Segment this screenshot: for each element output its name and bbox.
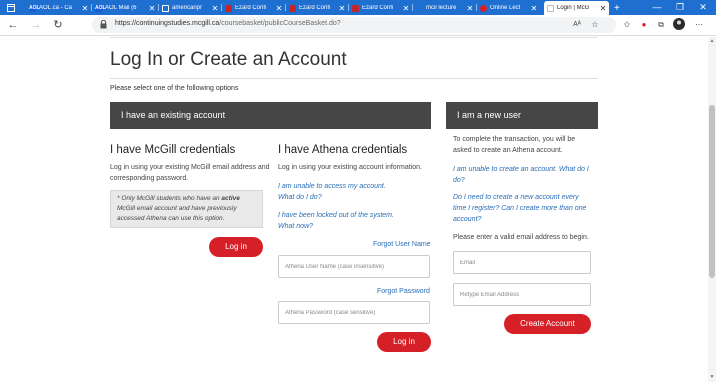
browser-tab[interactable]: Ezard Confi ✕	[349, 1, 412, 15]
url-text: https://continuingstudies.mcgill.ca/cour…	[115, 20, 341, 27]
close-tab-icon[interactable]: ✕	[275, 4, 283, 13]
browser-tab-active[interactable]: Login | McG ✕	[544, 1, 609, 15]
forward-arrow-icon[interactable]: →	[29, 18, 43, 32]
unable-create-link[interactable]: I am unable to create an account. What d…	[453, 164, 589, 186]
page-scrollbar[interactable]: ▲ ▼	[708, 37, 716, 382]
mcgill-description: Log in using your existing McGill email …	[110, 164, 270, 182]
browser-tab[interactable]: Online Lect ✕	[477, 1, 540, 15]
browser-tab[interactable]: AOL AOL.ca - Ca ✕	[26, 1, 91, 15]
close-tab-icon[interactable]: ✕	[599, 4, 607, 13]
forgot-username-link[interactable]: Forgot User Name	[373, 241, 431, 248]
tab-title: Ezard Confi	[235, 5, 267, 11]
tab-title: AOL.ca - Ca	[39, 5, 73, 11]
page-title: Log In or Create an Account	[110, 49, 347, 70]
avatar-icon	[673, 18, 685, 30]
close-tab-icon[interactable]: ✕	[338, 4, 346, 13]
title-divider	[110, 78, 598, 79]
tab-title: Ezard Confi	[299, 5, 331, 11]
athena-description: Log in using your existing account infor…	[278, 164, 422, 171]
online-lecture-favicon-icon	[480, 4, 487, 12]
scroll-up-icon[interactable]: ▲	[708, 37, 716, 45]
mcgill-note: * Only McGill students who have an activ…	[110, 190, 263, 228]
page-content: Log In or Create an Account Please selec…	[0, 37, 708, 382]
tab-actions-icon	[7, 4, 15, 12]
new-user-bar: I am a new user	[446, 102, 598, 129]
tab-title: Login | McG	[557, 5, 590, 11]
close-tab-icon[interactable]: ✕	[402, 4, 410, 13]
profile-avatar[interactable]	[672, 18, 686, 32]
collections-icon[interactable]: ⧉	[654, 18, 668, 32]
favorites-bar-icon[interactable]: ✩	[620, 18, 634, 32]
email-input[interactable]	[453, 251, 591, 274]
close-tab-icon[interactable]: ✕	[211, 4, 219, 13]
read-aloud-icon[interactable]: Aᴬ	[570, 18, 584, 32]
scroll-down-icon[interactable]: ▼	[708, 373, 716, 381]
minimize-icon[interactable]: —	[646, 0, 668, 15]
forgot-password-link[interactable]: Forgot Password	[377, 288, 430, 295]
more-options-icon[interactable]: ⋯	[692, 18, 706, 32]
close-tab-icon[interactable]: ✕	[530, 4, 538, 13]
existing-account-bar: I have an existing account	[110, 102, 431, 129]
address-toolbar: ← → ↻ https://continuingstudies.mcgill.c…	[0, 15, 716, 36]
back-arrow-icon[interactable]: ←	[6, 18, 20, 32]
browser-tab[interactable]: Ezard Confi ✕	[286, 1, 348, 15]
browser-tab[interactable]: AOL AOL Mail (6 ✕	[92, 1, 158, 15]
athena-login-button[interactable]: Log in	[377, 332, 431, 352]
ezard-favicon-icon	[225, 4, 232, 12]
browser-tab[interactable]: americanpr ✕	[159, 1, 221, 15]
tab-actions-icon[interactable]	[4, 1, 18, 15]
create-account-button[interactable]: Create Account	[504, 314, 591, 334]
athena-password-input[interactable]	[278, 301, 430, 324]
maximize-icon[interactable]: ❐	[669, 0, 691, 15]
page-subtitle: Please select one of the following optio…	[110, 85, 239, 92]
scrollbar-thumb[interactable]	[709, 105, 715, 278]
email-prompt: Please enter a valid email address to be…	[453, 234, 589, 241]
mcgill-login-button[interactable]: Log in	[209, 237, 263, 257]
aol-favicon-icon: AOL	[95, 4, 106, 12]
refresh-icon[interactable]: ↻	[51, 18, 65, 32]
tab-title: AOL Mail (6	[105, 5, 137, 11]
locked-out-link[interactable]: I have been locked out of the system. Wha…	[278, 210, 394, 232]
globe-favicon-icon	[162, 4, 169, 12]
ezard-favicon-icon	[289, 4, 296, 12]
tab-title: Ezard Confi	[362, 5, 394, 11]
new-user-description: To complete the transaction, you will be…	[453, 136, 576, 154]
new-account-faq-link[interactable]: Do I need to create a new account every t…	[453, 192, 586, 225]
aol-favicon-icon: AOL	[29, 4, 40, 12]
browser-tab[interactable]: Ezard Confi ✕	[222, 1, 285, 15]
close-tab-icon[interactable]: ✕	[81, 4, 89, 13]
tab-title: Online Lect	[490, 5, 521, 11]
header-divider	[110, 37, 598, 38]
page-favicon-icon	[547, 4, 554, 12]
browser-tab-strip: AOL AOL.ca - Ca ✕ AOL AOL Mail (6 ✕ amer…	[0, 0, 716, 15]
lock-icon	[100, 20, 107, 29]
athena-username-input[interactable]	[278, 255, 430, 278]
address-bar[interactable]: https://continuingstudies.mcgill.ca/cour…	[92, 17, 616, 33]
close-tab-icon[interactable]: ✕	[148, 4, 156, 13]
new-tab-button[interactable]: +	[612, 1, 626, 15]
tab-title: mcil lecture	[426, 5, 457, 11]
favorite-star-icon[interactable]: ☆	[588, 18, 602, 32]
unable-access-link[interactable]: I am unable to access my account. What do…	[278, 181, 386, 203]
mcgill-heading: I have McGill credentials	[110, 144, 236, 156]
browser-tab[interactable]: mcil lecture ✕	[413, 1, 476, 15]
ezard-favicon-icon	[352, 4, 359, 12]
tab-title: americanpr	[172, 5, 203, 11]
close-window-icon[interactable]: ✕	[692, 0, 714, 15]
extension-icon[interactable]: ●	[637, 18, 651, 32]
blank-favicon-icon	[416, 5, 423, 12]
retype-email-input[interactable]	[453, 283, 591, 306]
close-tab-icon[interactable]: ✕	[466, 4, 474, 13]
athena-heading: I have Athena credentials	[278, 144, 408, 156]
